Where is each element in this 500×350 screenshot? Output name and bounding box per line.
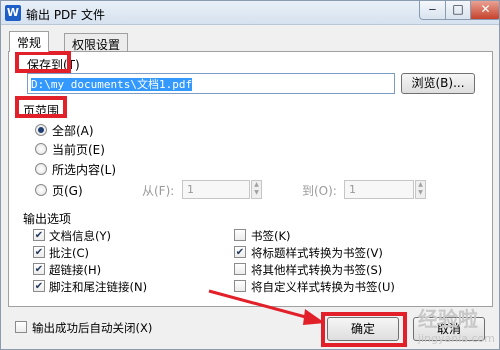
checkbox-doc-info[interactable]: ✔ (33, 229, 45, 241)
annotation-arrow-icon (208, 289, 325, 325)
minimize-button[interactable]: ‒ (419, 1, 446, 20)
page-range-separator (71, 109, 481, 110)
checkbox-doc-info-label: 文档信息(Y) (49, 229, 111, 243)
to-label: 到(O): (302, 184, 337, 198)
checkbox-hyperlinks[interactable]: ✔ (33, 263, 45, 275)
tab-permissions[interactable]: 权限设置 (64, 33, 129, 52)
output-options-separator (75, 217, 481, 218)
tab-general[interactable]: 常规 (9, 31, 50, 52)
export-pdf-dialog: W 输出 PDF 文件 ‒ □ ✕ 常规 权限设置 保存到(T) D:\my d… (0, 0, 500, 350)
to-page-input[interactable]: 1 (344, 180, 414, 199)
from-page-input[interactable]: 1 (182, 180, 250, 199)
checkbox-comments-label: 批注(C) (49, 246, 90, 260)
checkbox-auto-close[interactable] (15, 321, 27, 333)
from-label: 从(F): (142, 184, 175, 198)
checkbox-auto-close-label: 输出成功后自动关闭(X) (32, 321, 153, 335)
checkbox-heading-bookmarks[interactable]: ✔ (234, 246, 246, 258)
radio-current-page[interactable] (35, 143, 47, 155)
radio-selection[interactable] (35, 163, 47, 175)
page-range-highlight (15, 96, 67, 118)
save-to-highlight (15, 51, 71, 73)
checkbox-heading-bookmarks-label: 将标题样式转换为书签(V) (251, 246, 383, 260)
checkbox-other-bookmarks-label: 将其他样式转换为书签(S) (251, 263, 383, 277)
checkbox-comments[interactable]: ✔ (33, 246, 45, 258)
radio-pages[interactable] (35, 184, 47, 196)
ok-button-highlight (321, 312, 407, 347)
maximize-button[interactable]: □ (445, 1, 471, 20)
radio-current-page-label: 当前页(E) (52, 143, 105, 157)
checkbox-other-bookmarks[interactable] (234, 263, 246, 275)
checkbox-bookmarks[interactable] (234, 229, 246, 241)
watermark-text: 经验啦 (417, 307, 478, 331)
from-page-spinner[interactable]: ▲ ▼ (251, 180, 262, 199)
checkbox-hyperlinks-label: 超链接(H) (49, 263, 102, 277)
radio-all-label: 全部(A) (52, 124, 94, 138)
radio-all[interactable] (35, 124, 47, 136)
watermark: 经验啦 jingyanla.com (418, 303, 495, 345)
radio-pages-label: 页(G) (52, 184, 83, 198)
checkbox-footnote-links-label: 脚注和尾注链接(N) (49, 280, 148, 294)
wps-logo-icon: W (5, 5, 21, 21)
watermark-sub: jingyanla.com (417, 332, 495, 345)
save-to-separator (93, 63, 481, 64)
output-options-label: 输出选项 (23, 212, 72, 226)
save-path-value: D:\my documents\文档1.pdf (31, 78, 193, 91)
browse-button[interactable]: 浏览(B)... (401, 73, 475, 94)
radio-selection-label: 所选内容(L) (52, 163, 117, 177)
checkbox-footnote-links[interactable]: ✔ (33, 280, 45, 292)
close-button[interactable]: ✕ (470, 1, 499, 20)
save-path-input[interactable]: D:\my documents\文档1.pdf (27, 73, 395, 94)
window-title: 输出 PDF 文件 (26, 8, 106, 22)
to-page-spinner[interactable]: ▲ ▼ (415, 180, 426, 199)
checkbox-bookmarks-label: 书签(K) (251, 229, 291, 243)
